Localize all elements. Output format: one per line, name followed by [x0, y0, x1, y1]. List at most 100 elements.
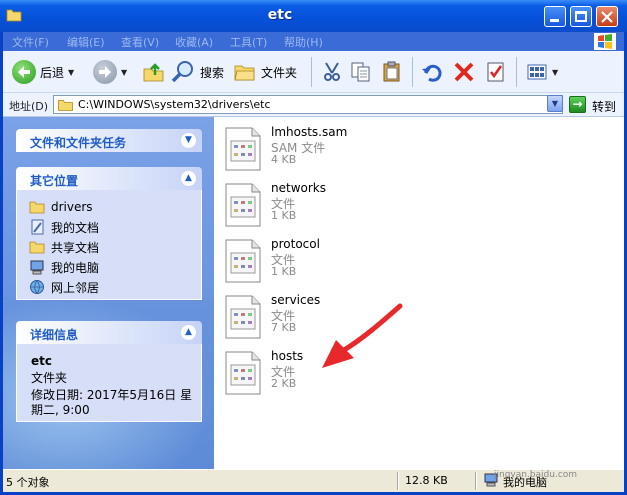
folders-icon	[234, 65, 255, 81]
file-item[interactable]: protocol 文件 1 KB	[224, 237, 444, 289]
status-divider	[475, 472, 477, 490]
file-icon	[225, 295, 261, 339]
toolbar-separator	[311, 57, 312, 87]
copy-button[interactable]	[350, 57, 372, 87]
undo-button[interactable]	[421, 57, 443, 87]
my-documents-icon	[31, 219, 44, 235]
paste-button[interactable]	[381, 57, 403, 87]
cut-icon	[324, 62, 340, 81]
address-path: C:\WINDOWS\system32\drivers\etc	[78, 98, 271, 111]
explorer-window: etc 文件(F) 编辑(E) 查看(V) 收藏(A) 工具(T) 帮助(H)	[0, 0, 627, 495]
paste-icon	[383, 61, 400, 82]
go-arrow-icon[interactable]: →	[569, 96, 586, 113]
place-my-documents[interactable]: 我的文档	[29, 218, 99, 236]
task-pane: 文件和文件夹任务 ▼ 其它位置 ▲ drivers 我的文档 共享文档 我的电脑	[3, 117, 214, 469]
file-size: 7 KB	[271, 321, 297, 334]
file-list: lmhosts.sam SAM 文件 4 KB networks 文件 1 KB…	[214, 117, 624, 469]
windows-logo-icon	[594, 33, 616, 50]
menu-favorites[interactable]: 收藏(A)	[175, 34, 213, 50]
file-icon	[225, 351, 261, 395]
search-icon	[171, 61, 193, 83]
search-label: 搜索	[200, 65, 225, 80]
place-label: 我的电脑	[51, 260, 100, 275]
file-name: protocol	[271, 237, 320, 251]
status-divider	[397, 472, 399, 490]
chevron-up-icon[interactable]: ▲	[181, 325, 196, 340]
place-drivers[interactable]: drivers	[29, 198, 93, 216]
toolbar-separator	[412, 57, 413, 87]
minimize-button[interactable]	[544, 6, 566, 27]
folders-button[interactable]: 文件夹	[234, 57, 297, 87]
title-bar[interactable]: etc	[0, 0, 627, 32]
details-modified: 修改日期: 2017年5月16日 星期二, 9:00	[31, 388, 193, 417]
views-button[interactable]: ▼	[526, 57, 558, 87]
menu-view[interactable]: 查看(V)	[121, 34, 159, 50]
file-item[interactable]: networks 文件 1 KB	[224, 181, 444, 233]
annotation-arrow-icon	[322, 303, 403, 368]
watermark-url: jingyan.baidu.com	[494, 470, 578, 480]
place-network[interactable]: 网上邻居	[29, 278, 99, 296]
file-item[interactable]: lmhosts.sam SAM 文件 4 KB	[224, 125, 444, 177]
network-globe-icon	[30, 280, 44, 294]
menu-tools[interactable]: 工具(T)	[230, 34, 267, 50]
menu-edit[interactable]: 编辑(E)	[67, 34, 105, 50]
maximize-button[interactable]	[570, 6, 592, 27]
toolbar-separator	[516, 57, 517, 87]
chevron-down-icon[interactable]: ▼	[181, 133, 196, 148]
details-header[interactable]: 详细信息 ▲	[16, 321, 202, 344]
maximize-icon	[575, 11, 587, 22]
toolbar: 后退 ▼ ▼ 搜索 文件夹 ▼	[3, 51, 624, 93]
menu-help[interactable]: 帮助(H)	[284, 34, 323, 50]
place-my-computer[interactable]: 我的电脑	[29, 258, 99, 276]
file-name: hosts	[271, 349, 304, 363]
delete-button[interactable]	[453, 57, 475, 87]
search-button[interactable]: 搜索	[171, 57, 224, 87]
close-icon	[601, 11, 613, 23]
folder-icon	[58, 100, 73, 111]
place-shared-documents[interactable]: 共享文档	[29, 238, 99, 256]
delete-icon	[454, 62, 474, 82]
details-panel: etc 文件夹 修改日期: 2017年5月16日 星期二, 9:00	[16, 344, 202, 422]
file-name: lmhosts.sam	[271, 125, 348, 139]
views-icon	[527, 64, 547, 80]
move-to-button[interactable]	[321, 57, 343, 87]
views-dropdown-icon[interactable]: ▼	[552, 68, 558, 77]
go-button[interactable]: 转到	[592, 98, 616, 115]
place-label: drivers	[51, 200, 93, 214]
watermark-logo: Bai 经验	[490, 444, 573, 468]
place-label: 我的文档	[51, 220, 100, 235]
folders-label: 文件夹	[261, 65, 298, 80]
properties-button[interactable]	[485, 57, 507, 87]
up-folder-button[interactable]	[143, 57, 165, 87]
menu-bar: 文件(F) 编辑(E) 查看(V) 收藏(A) 工具(T) 帮助(H)	[3, 32, 624, 51]
details-type: 文件夹	[31, 371, 68, 385]
file-folder-tasks-header[interactable]: 文件和文件夹任务 ▼	[16, 129, 202, 152]
file-size: 1 KB	[271, 265, 297, 278]
file-icon	[225, 183, 261, 227]
address-label: 地址(D)	[9, 100, 49, 113]
file-size: 2 KB	[271, 377, 297, 390]
status-size: 12.8 KB	[405, 474, 448, 487]
address-dropdown-icon[interactable]: ▼	[547, 95, 563, 112]
details-name: etc	[31, 354, 52, 368]
status-object-count: 5 个对象	[6, 476, 50, 489]
file-icon	[225, 127, 261, 171]
forward-dropdown-icon[interactable]: ▼	[121, 68, 127, 77]
close-button[interactable]	[596, 6, 618, 27]
properties-icon	[487, 62, 504, 82]
file-size: 1 KB	[271, 209, 297, 222]
address-input[interactable]: C:\WINDOWS\system32\drivers\etc	[53, 95, 563, 114]
other-places-header[interactable]: 其它位置 ▲	[16, 167, 202, 190]
forward-button[interactable]: ▼	[93, 57, 127, 87]
folder-icon	[29, 201, 45, 214]
shared-folder-icon	[29, 241, 45, 254]
back-button[interactable]: 后退 ▼	[12, 57, 74, 87]
other-places-list: drivers 我的文档 共享文档 我的电脑 网上邻居	[16, 190, 202, 300]
back-dropdown-icon[interactable]: ▼	[68, 68, 74, 77]
address-bar: 地址(D) C:\WINDOWS\system32\drivers\etc ▼ …	[3, 93, 624, 117]
place-label: 共享文档	[51, 240, 100, 255]
menu-file[interactable]: 文件(F)	[12, 34, 49, 50]
file-name: services	[271, 293, 321, 307]
chevron-up-icon[interactable]: ▲	[181, 171, 196, 186]
back-label: 后退	[40, 65, 65, 80]
